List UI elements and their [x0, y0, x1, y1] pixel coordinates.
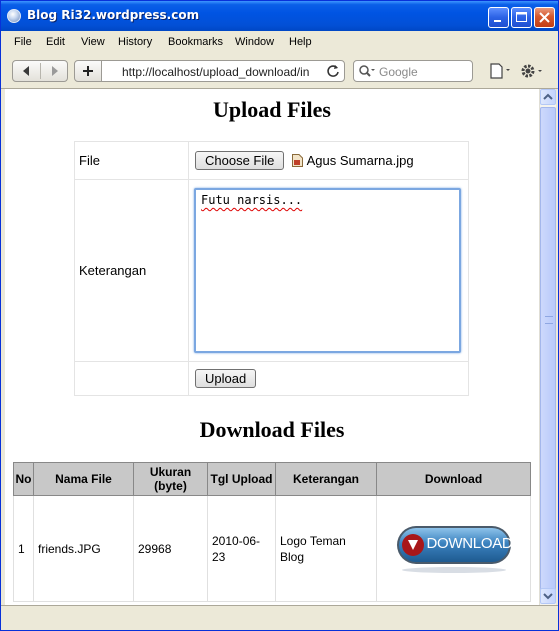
cell-nama-file: friends.JPG [33, 495, 134, 602]
maximize-icon [516, 12, 527, 22]
menu-window[interactable]: Window [235, 36, 274, 48]
browser-app-icon [7, 9, 21, 23]
menu-bookmarks[interactable]: Bookmarks [168, 36, 223, 48]
choose-file-button[interactable]: Choose File [195, 151, 285, 170]
close-button[interactable] [534, 7, 555, 28]
back-arrow-icon [23, 66, 29, 76]
minimize-icon [494, 20, 501, 22]
search-icon [359, 65, 375, 77]
header-download: Download [376, 462, 531, 496]
forward-arrow-icon [52, 66, 58, 76]
plus-icon [83, 66, 93, 76]
upload-button-cell: Upload [188, 361, 469, 396]
header-nama-file: Nama File [33, 462, 134, 496]
table-row: 1 friends.JPG 29968 2010-06-23 Logo Tema… [13, 495, 531, 602]
back-button[interactable] [13, 61, 40, 81]
cell-tgl-upload: 2010-06-23 [207, 495, 276, 602]
header-ukuran: Ukuran (byte) [133, 462, 208, 496]
browser-window: Blog Ri32.wordpress.com File Edit View H… [0, 0, 559, 631]
page-menu-button[interactable] [489, 62, 513, 80]
reload-icon[interactable] [326, 64, 340, 78]
navigation-toolbar: http://localhost/upload_download/in Goog… [1, 55, 558, 89]
search-box[interactable]: Google [353, 60, 473, 82]
url-text[interactable]: http://localhost/upload_download/in [122, 65, 318, 79]
cell-download: DOWNLOAD [376, 495, 531, 602]
cell-keterangan: Logo Teman Blog [275, 495, 377, 602]
close-icon [539, 12, 550, 23]
scroll-down-button[interactable] [540, 588, 556, 604]
empty-label-cell [74, 361, 189, 396]
chevron-down-icon [543, 593, 553, 600]
settings-button[interactable] [518, 61, 546, 81]
downloads-table: No Nama File Ukuran (byte) Tgl Upload Ke… [13, 462, 531, 602]
title-bar[interactable]: Blog Ri32.wordpress.com [1, 1, 558, 31]
menu-view[interactable]: View [81, 36, 105, 48]
file-label: File [74, 141, 189, 180]
page-viewport: Upload Files File Choose File Agus Sumar… [5, 89, 539, 605]
menu-file[interactable]: File [14, 36, 32, 48]
header-no: No [13, 462, 34, 496]
cell-no: 1 [13, 495, 34, 602]
back-forward-group [12, 60, 68, 82]
menu-edit[interactable]: Edit [46, 36, 65, 48]
keterangan-textarea[interactable]: Futu narsis... [194, 188, 461, 353]
chosen-file-name: Agus Sumarna.jpg [306, 153, 414, 168]
window-title: Blog Ri32.wordpress.com [27, 8, 200, 22]
image-file-icon [292, 154, 303, 167]
scroll-thumb[interactable] [540, 107, 556, 591]
chevron-up-icon [543, 93, 553, 100]
keterangan-label: Keterangan [74, 179, 189, 362]
upload-form-table: File Choose File Agus Sumarna.jpg Ketera… [74, 141, 469, 396]
search-placeholder: Google [379, 65, 418, 79]
maximize-button[interactable] [511, 7, 532, 28]
menu-bar: File Edit View History Bookmarks Window … [1, 31, 558, 55]
download-button[interactable]: DOWNLOAD [395, 524, 513, 574]
cell-ukuran: 29968 [133, 495, 208, 602]
menu-history[interactable]: History [118, 36, 152, 48]
forward-button[interactable] [41, 61, 68, 81]
header-keterangan: Keterangan [275, 462, 377, 496]
download-heading: Download Files [199, 417, 345, 442]
add-bookmark-button[interactable] [74, 60, 102, 82]
status-bar [1, 605, 558, 630]
menu-help[interactable]: Help [289, 36, 312, 48]
vertical-scrollbar[interactable] [539, 89, 556, 605]
table-header-row: No Nama File Ukuran (byte) Tgl Upload Ke… [13, 462, 531, 496]
file-picker-cell: Choose File Agus Sumarna.jpg [188, 141, 469, 180]
gear-icon [521, 64, 542, 78]
page-icon [490, 63, 510, 79]
upload-button[interactable]: Upload [195, 369, 257, 388]
download-button-label: DOWNLOAD [426, 534, 513, 552]
upload-heading: Upload Files [213, 97, 331, 122]
scroll-grip [545, 316, 553, 324]
address-bar[interactable]: http://localhost/upload_download/in [101, 60, 345, 82]
header-tgl-upload: Tgl Upload [207, 462, 276, 496]
scroll-up-button[interactable] [540, 89, 556, 105]
minimize-button[interactable] [488, 7, 509, 28]
keterangan-cell: Futu narsis... [188, 179, 469, 362]
